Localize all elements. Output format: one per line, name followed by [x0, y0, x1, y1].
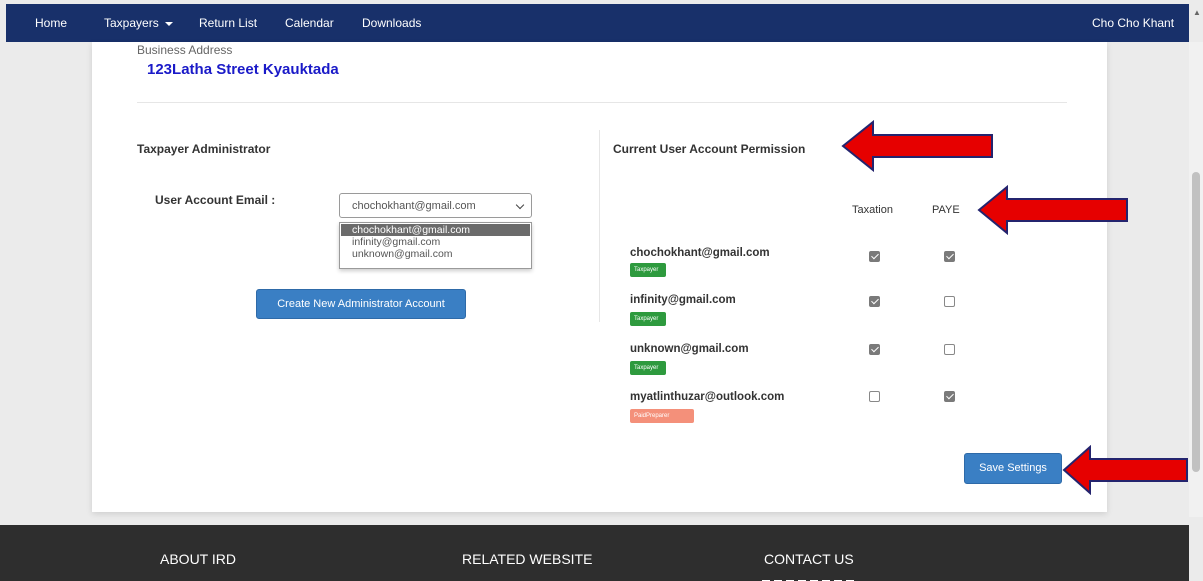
paye-checkbox[interactable] [944, 344, 955, 355]
nav-return-list[interactable]: Return List [199, 16, 257, 30]
user-email-select[interactable]: chochokhant@gmail.com [339, 193, 532, 218]
footer-related-heading: RELATED WEBSITE [462, 551, 593, 567]
nav-home[interactable]: Home [35, 16, 67, 30]
email-option-unknown[interactable]: unknown@gmail.com [341, 248, 530, 260]
paye-checkbox[interactable] [944, 251, 955, 262]
nav-taxpayers-label: Taxpayers [104, 16, 159, 30]
footer-contact-heading: CONTACT US [764, 551, 854, 567]
role-badge: Taxpayer [630, 361, 666, 375]
user-email-label: User Account Email : [155, 193, 276, 207]
divider [137, 102, 1067, 103]
chevron-down-icon [164, 21, 173, 26]
save-settings-button[interactable]: Save Settings [964, 453, 1062, 484]
role-badge: Taxpayer [630, 312, 666, 326]
business-address-value: 123Latha Street Kyauktada [147, 61, 339, 78]
footer-contact-text [762, 574, 892, 581]
user-email-select-value: chochokhant@gmail.com [352, 200, 476, 212]
taxation-checkbox[interactable] [869, 296, 880, 307]
scroll-up-arrow-icon[interactable]: ▲ [1193, 8, 1201, 17]
chevron-down-icon [515, 200, 525, 210]
permission-row-email: chochokhant@gmail.com [630, 247, 770, 259]
permission-row-email: unknown@gmail.com [630, 343, 749, 355]
paye-checkbox[interactable] [944, 296, 955, 307]
email-option-chochokhant[interactable]: chochokhant@gmail.com [341, 224, 530, 236]
create-admin-account-button[interactable]: Create New Administrator Account [256, 289, 466, 319]
scrollbar-thumb[interactable] [1192, 172, 1200, 472]
taxation-checkbox[interactable] [869, 344, 880, 355]
paye-checkbox[interactable] [944, 391, 955, 402]
paye-column-header: PAYE [932, 204, 960, 216]
taxation-column-header: Taxation [852, 204, 893, 216]
footer-about-heading: ABOUT IRD [160, 551, 236, 567]
role-badge: PaidPreparer [630, 409, 694, 423]
taxpayer-admin-title: Taxpayer Administrator [137, 142, 271, 156]
nav-taxpayers[interactable]: Taxpayers [104, 16, 173, 30]
taxation-checkbox[interactable] [869, 251, 880, 262]
vertical-scrollbar[interactable] [1189, 42, 1203, 517]
red-arrow-icon [977, 185, 1128, 235]
permission-title: Current User Account Permission [613, 142, 806, 156]
column-divider [599, 130, 600, 322]
business-address-label: Business Address [137, 43, 233, 57]
email-option-infinity[interactable]: infinity@gmail.com [341, 236, 530, 248]
permission-row-email: myatlinthuzar@outlook.com [630, 391, 785, 403]
email-dropdown-list: chochokhant@gmail.com infinity@gmail.com… [339, 222, 532, 269]
nav-downloads[interactable]: Downloads [362, 16, 421, 30]
red-arrow-icon [1062, 445, 1188, 495]
role-badge: Taxpayer [630, 263, 666, 277]
taxation-checkbox[interactable] [869, 391, 880, 402]
red-arrow-icon [841, 120, 993, 172]
nav-calendar[interactable]: Calendar [285, 16, 334, 30]
user-menu[interactable]: Cho Cho Khant [1092, 16, 1174, 30]
permission-row-email: infinity@gmail.com [630, 294, 736, 306]
top-navbar: Home Taxpayers Return List Calendar Down… [6, 4, 1189, 42]
